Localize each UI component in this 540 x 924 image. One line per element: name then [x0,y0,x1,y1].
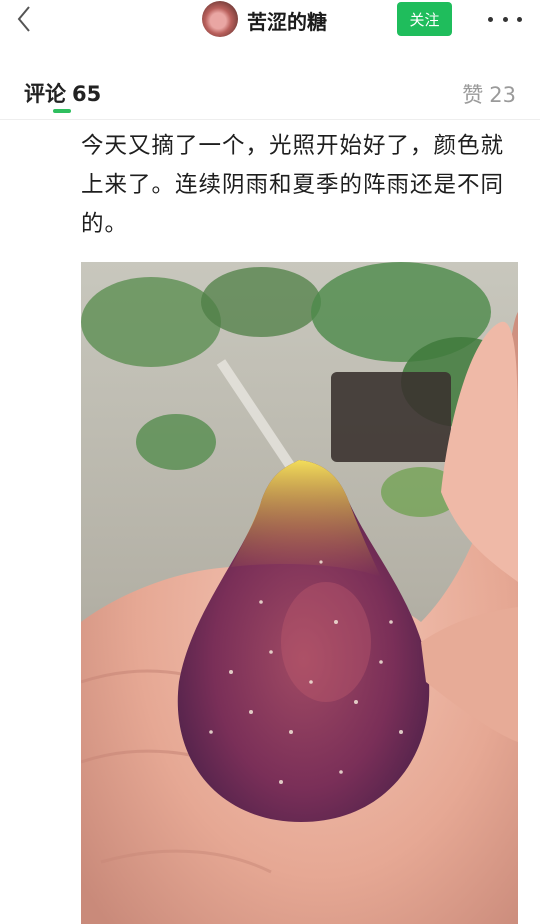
tab-comments-label: 评论 [24,82,66,106]
tab-likes-label: 赞 [462,83,484,107]
comment-text: 今天又摘了一个，光照开始好了，颜色就上来了。连续阴雨和夏季的阵雨还是不同的。 [81,133,505,237]
author-name[interactable]: 苦涩的糖 [247,6,327,35]
more-horizontal-icon [502,16,508,22]
avatar[interactable] [202,1,238,37]
more-horizontal-icon [488,16,493,22]
tab-comments-count: 65 [72,82,102,106]
tab-likes-count: 23 [489,83,516,107]
more-button[interactable] [488,8,522,30]
comment-tabs: 评论 65 赞 23 [0,72,540,120]
more-horizontal-icon [517,16,522,22]
active-tab-indicator [53,109,71,113]
tab-comments[interactable]: 评论 65 [24,78,101,108]
follow-button[interactable]: 关注 [397,2,452,36]
chevron-left-icon [17,6,30,32]
comment-photo[interactable] [81,262,518,924]
back-button[interactable] [10,4,38,34]
top-bar: 苦涩的糖 关注 [0,0,540,40]
fig-photo-illustration [81,262,518,924]
tab-likes[interactable]: 赞 23 [462,79,516,109]
